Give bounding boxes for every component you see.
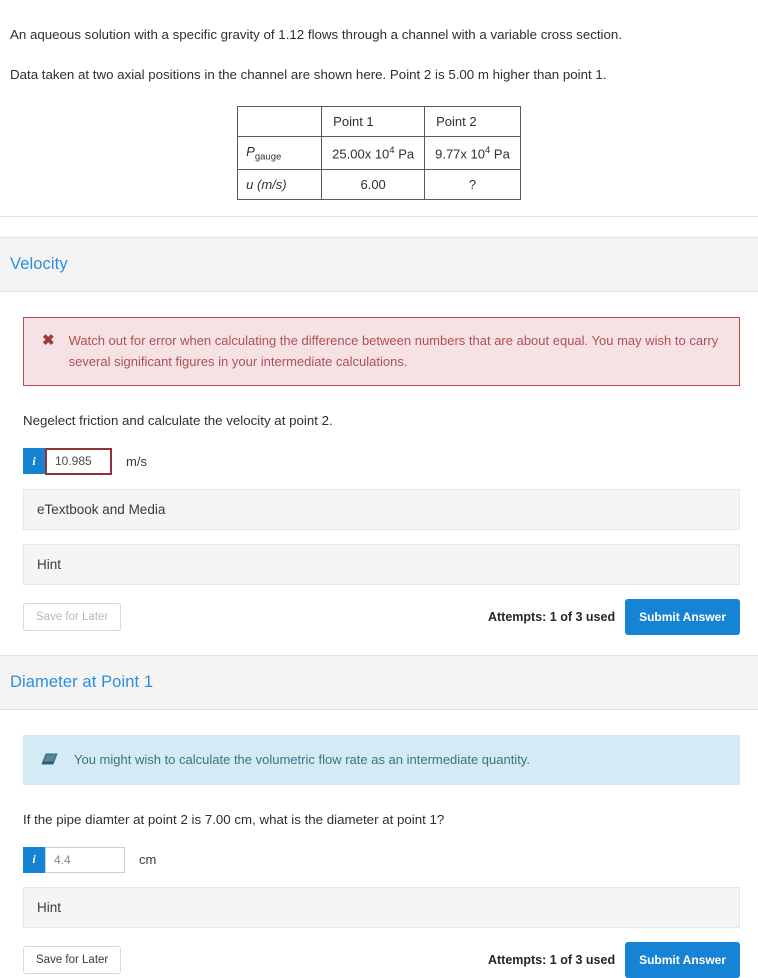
cell-mantissa: 25.00x 10	[332, 146, 390, 162]
tip-eraser-icon	[35, 753, 74, 766]
question-prompt-diameter: If the pipe diamter at point 2 is 7.00 c…	[23, 811, 445, 827]
error-alert-text: Watch out for error when calculating the…	[68, 333, 719, 369]
attempts-status: Attempts: 1 of 3 used	[487, 952, 616, 967]
footer-row-velocity: Save for Later Attempts: 1 of 3 used Sub…	[23, 598, 740, 635]
question-prompt-velocity: Negelect friction and calculate the velo…	[23, 412, 333, 428]
cell-exponent: 4	[484, 145, 491, 156]
tip-alert: You might wish to calculate the volumetr…	[23, 734, 740, 785]
submit-answer-button[interactable]: Submit Answer	[625, 941, 740, 978]
data-table-wrapper: Point 1 Point 2 Pgauge 25.00x 104 Pa 9.7…	[0, 105, 758, 217]
save-for-later-button[interactable]: Save for Later	[23, 602, 122, 631]
page-title-velocity: Velocity	[10, 255, 68, 274]
spacer	[0, 217, 758, 238]
answer-row-diameter: i cm	[23, 846, 740, 873]
data-table: Point 1 Point 2 Pgauge 25.00x 104 Pa 9.7…	[237, 105, 521, 201]
cell-exponent: 4	[389, 145, 395, 156]
table-cell-pgauge-point1: 25.00x 104 Pa	[321, 135, 426, 171]
table-cell-velocity-point1: 6.00	[321, 169, 426, 201]
accordion-etextbook-and-media[interactable]: eTextbook and Media	[23, 488, 740, 530]
table-col-header-point1: Point 1	[321, 105, 426, 137]
table-corner-cell	[237, 105, 323, 137]
table-cell-velocity-point2: ?	[424, 169, 521, 201]
statement-line-1: An aqueous solution with a specific grav…	[10, 27, 622, 42]
table-header-row: Point 1 Point 2	[237, 105, 521, 137]
answer-row-velocity: i m/s	[23, 447, 740, 475]
section-body-velocity: ✖ Watch out for error when calculating t…	[0, 317, 758, 635]
error-x-icon: ✖	[42, 332, 55, 350]
section-header-velocity: Velocity	[0, 237, 758, 293]
problem-statement: An aqueous solution with a specific grav…	[0, 0, 758, 84]
velocity-symbol: u (m/s)	[246, 177, 287, 193]
tip-alert-text: You might wish to calculate the volumetr…	[74, 751, 530, 767]
attempts-status: Attempts: 1 of 3 used	[487, 609, 616, 624]
cell-unit: Pa	[493, 146, 510, 162]
accordion-hint[interactable]: Hint	[23, 886, 740, 928]
diameter-unit-label: cm	[139, 852, 157, 868]
footer-row-diameter: Save for Later Attempts: 1 of 3 used Sub…	[23, 941, 740, 978]
info-badge-icon[interactable]: i	[23, 846, 45, 873]
accordion-hint[interactable]: Hint	[23, 543, 740, 585]
table-row: Pgauge 25.00x 104 Pa 9.77x 104 Pa	[237, 135, 521, 171]
table-col-header-point2: Point 2	[424, 105, 521, 137]
error-alert: ✖ Watch out for error when calculating t…	[23, 317, 740, 386]
cell-mantissa: 9.77x 10	[435, 146, 485, 162]
section-header-diameter: Diameter at Point 1	[0, 654, 758, 710]
velocity-answer-input[interactable]	[45, 447, 112, 475]
pgauge-subscript: gauge	[254, 151, 282, 163]
cell-unit: Pa	[398, 146, 415, 162]
table-row-header-velocity: u (m/s)	[237, 169, 323, 201]
table-cell-pgauge-point2: 9.77x 104 Pa	[424, 135, 521, 171]
pgauge-symbol: P	[246, 143, 255, 159]
submit-answer-button[interactable]: Submit Answer	[625, 598, 740, 635]
info-badge-icon[interactable]: i	[23, 448, 45, 475]
statement-line-2: Data taken at two axial positions in the…	[10, 66, 607, 82]
table-row-header-pgauge: Pgauge	[237, 135, 323, 171]
diameter-answer-input[interactable]	[45, 846, 125, 873]
section-body-diameter: You might wish to calculate the volumetr…	[0, 734, 758, 978]
assignment-page: An aqueous solution with a specific grav…	[0, 0, 758, 978]
page-title-diameter: Diameter at Point 1	[10, 672, 154, 691]
velocity-unit-label: m/s	[126, 453, 147, 469]
save-for-later-button[interactable]: Save for Later	[23, 945, 122, 974]
table-row: u (m/s) 6.00 ?	[237, 169, 521, 201]
